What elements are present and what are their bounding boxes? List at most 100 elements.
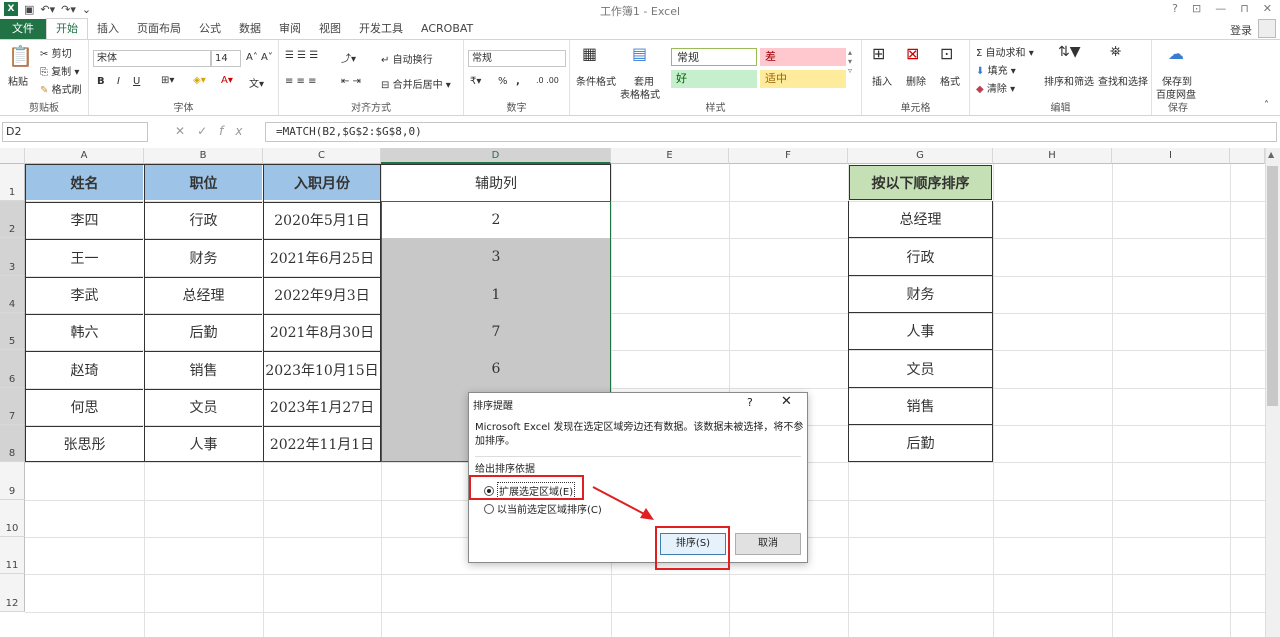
order-item[interactable]: 人事 (849, 313, 992, 350)
order-item[interactable]: 行政 (849, 238, 992, 276)
name-box[interactable]: D2 (2, 122, 148, 142)
header-position[interactable]: 职位 (145, 165, 262, 200)
scroll-up-icon[interactable]: ▲ (1268, 150, 1274, 159)
decimal-icon[interactable]: .0 .00 (536, 76, 559, 85)
col-header-a[interactable]: A (25, 148, 144, 164)
insert-cells-icon[interactable]: ⊞ (872, 44, 885, 63)
clear-button[interactable]: ◆ 清除 ▾ (976, 80, 1015, 95)
cut-button[interactable]: ✂ 剪切 (40, 45, 72, 60)
tab-data[interactable]: 数据 (230, 19, 270, 39)
minimize-icon[interactable]: — (1215, 2, 1226, 15)
tab-review[interactable]: 审阅 (270, 19, 310, 39)
sort-filter-icon[interactable]: ⇅▼ (1058, 44, 1081, 60)
row-header-12[interactable]: 12 (0, 574, 25, 612)
orientation-icon[interactable]: ⤴▾ (341, 50, 356, 65)
cell-name[interactable]: 何思 (26, 389, 143, 424)
row-header-9[interactable]: 9 (0, 462, 25, 500)
scrollbar-thumb[interactable] (1267, 166, 1278, 406)
font-name-select[interactable]: 宋体 (93, 50, 211, 67)
col-header-j[interactable] (1230, 148, 1265, 164)
col-header-f[interactable]: F (729, 148, 848, 164)
cell-helper[interactable]: 1 (382, 277, 610, 312)
font-color-icon[interactable]: A▾ (221, 75, 233, 86)
cell-position[interactable]: 文员 (145, 389, 262, 424)
autosum-button[interactable]: Σ 自动求和 ▾ (976, 44, 1034, 59)
formula-input[interactable]: =MATCH(B2,$G$2:$G$8,0) (265, 122, 1277, 142)
number-format-select[interactable]: 常规 (468, 50, 566, 67)
tab-home[interactable]: 开始 (46, 18, 88, 39)
cell-helper[interactable]: 6 (382, 351, 610, 387)
style-good[interactable]: 好 (671, 70, 757, 88)
login-link[interactable]: 登录 (1230, 22, 1252, 38)
row-header-3[interactable]: 3 (0, 238, 25, 276)
col-header-e[interactable]: E (611, 148, 729, 164)
row-header-11[interactable]: 11 (0, 537, 25, 574)
header-helper[interactable]: 辅助列 (382, 165, 610, 200)
row-header-7[interactable]: 7 (0, 388, 25, 425)
cell-date[interactable]: 2022年9月3日 (264, 277, 380, 312)
order-item[interactable]: 财务 (849, 276, 992, 313)
tab-formulas[interactable]: 公式 (190, 19, 230, 39)
insert-cells-button[interactable]: 插入 (872, 73, 892, 88)
col-header-c[interactable]: C (263, 148, 381, 164)
sort-filter-button[interactable]: 排序和筛选 (1044, 73, 1094, 88)
col-header-d[interactable]: D (381, 148, 611, 164)
baidu-cloud-icon[interactable]: ☁ (1168, 44, 1184, 63)
format-cells-button[interactable]: 格式 (940, 73, 960, 88)
ribbon-display-icon[interactable]: ⊡ (1192, 2, 1201, 15)
cell-helper[interactable]: 3 (382, 239, 610, 275)
row-header-5[interactable]: 5 (0, 313, 25, 350)
select-all-corner[interactable] (0, 148, 25, 164)
row-header-4[interactable]: 4 (0, 276, 25, 313)
format-cells-icon[interactable]: ⊡ (940, 44, 953, 63)
style-bad[interactable]: 差 (760, 48, 846, 66)
border-icon[interactable]: ⊞▾ (161, 75, 174, 86)
dialog-help-icon[interactable]: ? (747, 396, 753, 409)
paste-icon[interactable]: 📋 (8, 44, 33, 68)
row-header-2[interactable]: 2 (0, 201, 25, 238)
dialog-close-icon[interactable]: ✕ (781, 394, 792, 409)
current-selection-radio[interactable]: 以当前选定区域排序(C) (484, 501, 602, 516)
cell-position[interactable]: 后勤 (145, 314, 262, 349)
align-left-icon[interactable]: ≡ ≡ ≡ (285, 76, 317, 87)
cell-name[interactable]: 李武 (26, 277, 143, 312)
cancel-button[interactable]: 取消 (735, 533, 801, 555)
header-order[interactable]: 按以下顺序排序 (849, 165, 992, 200)
cell-helper-active[interactable]: 2 (382, 202, 610, 237)
collapse-ribbon-icon[interactable]: ˄ (1264, 100, 1269, 111)
style-normal[interactable]: 常规 (671, 48, 757, 66)
col-header-h[interactable]: H (993, 148, 1112, 164)
row-header-8[interactable]: 8 (0, 425, 25, 462)
cell-name[interactable]: 张思彤 (26, 426, 143, 461)
enter-icon[interactable]: ✓ (197, 124, 219, 138)
cell-name[interactable]: 赵琦 (26, 351, 143, 387)
cell-position[interactable]: 财务 (145, 239, 262, 275)
percent-button[interactable]: % (498, 76, 508, 87)
header-name[interactable]: 姓名 (26, 165, 143, 200)
table-format-icon[interactable]: ▤ (632, 44, 647, 63)
col-header-g[interactable]: G (848, 148, 993, 164)
order-item[interactable]: 文员 (849, 350, 992, 388)
col-header-b[interactable]: B (144, 148, 263, 164)
cell-name[interactable]: 王一 (26, 239, 143, 275)
font-size-select[interactable]: 14 (211, 50, 241, 67)
grow-font-icon[interactable]: A˄ A˅ (246, 52, 273, 63)
cell-position[interactable]: 人事 (145, 426, 262, 461)
find-select-button[interactable]: 查找和选择 (1098, 73, 1148, 88)
fill-color-icon[interactable]: ◈▾ (193, 75, 206, 86)
fill-button[interactable]: ⬇ 填充 ▾ (976, 62, 1016, 77)
tab-developer[interactable]: 开发工具 (350, 19, 412, 39)
cell-date[interactable]: 2022年11月1日 (264, 426, 380, 461)
order-item[interactable]: 销售 (849, 388, 992, 425)
merge-center-button[interactable]: ⊟ 合并后居中 ▾ (381, 76, 451, 91)
tab-acrobat[interactable]: ACROBAT (412, 19, 482, 39)
cell-position[interactable]: 总经理 (145, 277, 262, 312)
cell-name[interactable]: 李四 (26, 202, 143, 237)
style-neutral[interactable]: 适中 (760, 70, 846, 88)
cell-date[interactable]: 2020年5月1日 (264, 202, 380, 237)
tab-view[interactable]: 视图 (310, 19, 350, 39)
comma-button[interactable]: , (516, 76, 520, 87)
cell-name[interactable]: 韩六 (26, 314, 143, 349)
paste-button[interactable]: 粘贴 (8, 73, 28, 88)
cell-date[interactable]: 2021年6月25日 (264, 239, 380, 275)
